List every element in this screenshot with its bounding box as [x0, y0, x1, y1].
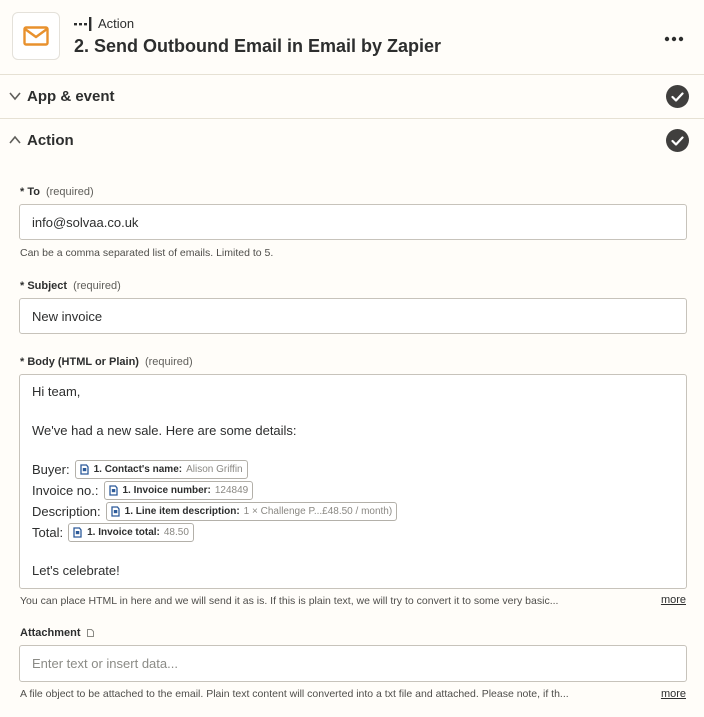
body-line-description: Description: 1. Line item description: 1…	[32, 502, 398, 521]
body-line-closing: Let's celebrate!	[32, 563, 120, 578]
chevron-up-icon	[9, 135, 21, 144]
data-pill-invoice-number[interactable]: 1. Invoice number: 124849	[103, 481, 254, 500]
email-app-icon	[12, 12, 60, 60]
section-action[interactable]: Action	[0, 118, 704, 162]
required-tag: (required)	[73, 280, 121, 292]
to-input-value: info@solvaa.co.uk	[32, 214, 139, 230]
trigger-step-icon	[79, 464, 89, 475]
attachment-input[interactable]: Enter text or insert data...	[19, 645, 687, 682]
body-help-more-link[interactable]: more	[661, 594, 686, 606]
attachment-help-more-link[interactable]: more	[661, 688, 686, 700]
subject-input[interactable]: New invoice	[19, 298, 687, 334]
subject-field-label: * Subject (required)	[20, 280, 121, 292]
trigger-step-icon	[73, 527, 82, 538]
data-pill-contact-name[interactable]: 1. Contact's name: Alison Griffin	[74, 460, 248, 479]
section-action-label: Action	[27, 132, 74, 149]
chevron-down-icon	[9, 92, 21, 101]
more-options-button[interactable]	[664, 26, 684, 46]
step-type-label: Action	[98, 16, 135, 31]
attachment-help-text: A file object to be attached to the emai…	[20, 688, 569, 700]
body-line-invoice-no: Invoice no.: 1. Invoice number: 124849	[32, 481, 254, 500]
ellipsis-icon	[664, 36, 684, 42]
step-title: 2. Send Outbound Email in Email by Zapie…	[74, 36, 442, 56]
body-line-greeting: Hi team,	[32, 384, 81, 399]
step-type: Action	[74, 16, 134, 31]
data-pill-line-item-description[interactable]: 1. Line item description: 1 × Challenge …	[105, 502, 398, 521]
file-icon	[86, 629, 94, 637]
body-line-total: Total: 1. Invoice total: 48.50	[32, 523, 194, 542]
required-tag: (required)	[45, 186, 94, 198]
attachment-input-placeholder: Enter text or insert data...	[32, 656, 178, 671]
section-app-event[interactable]: App & event	[0, 74, 704, 118]
data-pill-invoice-total[interactable]: 1. Invoice total: 48.50	[68, 523, 194, 542]
body-line-buyer: Buyer: 1. Contact's name: Alison Griffin	[32, 460, 248, 479]
body-editor[interactable]: Hi team, We've had a new sale. Here are …	[19, 374, 687, 589]
attachment-field-label: Attachment	[20, 627, 94, 639]
required-tag: (required)	[144, 356, 193, 368]
trigger-step-icon	[110, 506, 120, 517]
envelope-icon	[23, 26, 49, 46]
step-header: Action 2. Send Outbound Email in Email b…	[0, 0, 704, 74]
section-app-event-label: App & event	[27, 88, 115, 105]
body-help-text: You can place HTML in here and we will s…	[20, 595, 559, 607]
subject-input-value: New invoice	[32, 308, 103, 324]
to-help-text: Can be a comma separated list of emails.…	[20, 247, 274, 259]
trigger-step-icon	[108, 485, 118, 496]
body-line-intro: We've had a new sale. Here are some deta…	[32, 423, 297, 438]
to-field-label: * To (required)	[20, 186, 94, 198]
check-circle-icon	[666, 85, 689, 108]
to-input[interactable]: info@solvaa.co.uk	[19, 204, 687, 240]
body-field-label: * Body (HTML or Plain) (required)	[20, 356, 193, 368]
check-circle-icon	[666, 129, 689, 152]
action-step-icon	[74, 16, 92, 31]
